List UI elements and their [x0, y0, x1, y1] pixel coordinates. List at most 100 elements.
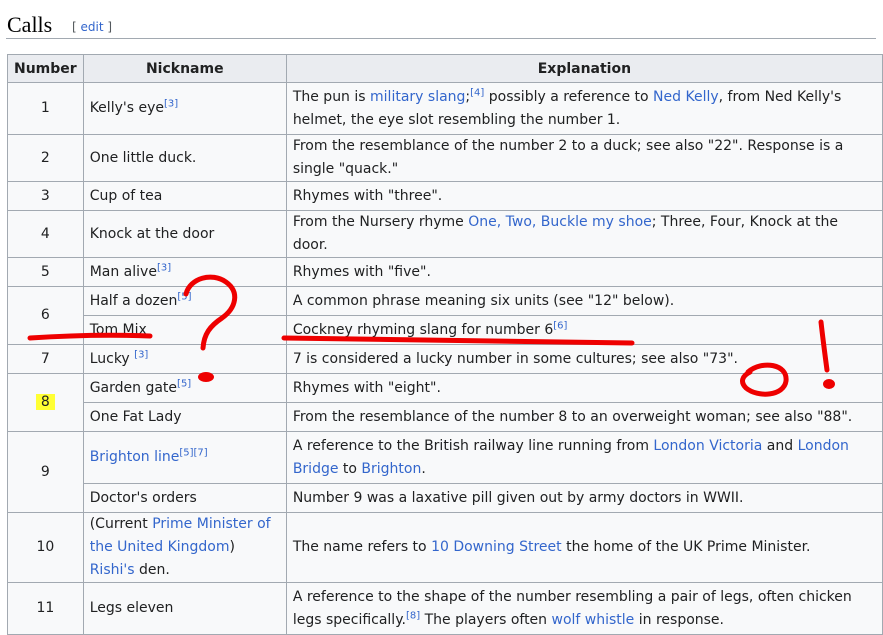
table-row: 1 Kelly's eye[3] The pun is military slang…: [7, 82, 883, 135]
explanation-cell: From the resemblance of the number 8 to …: [285, 402, 883, 432]
table-row: 3 Cup of tea Rhymes with "three".: [7, 181, 883, 211]
nickname-cell: Brighton line[5][7]: [82, 431, 287, 484]
number-value: 5: [40, 263, 50, 280]
cell-text: One little duck.: [89, 149, 197, 166]
number-cell: 3: [7, 181, 84, 211]
explanation-cell: Rhymes with "three".: [285, 181, 883, 211]
nickname-cell: Knock at the door: [82, 210, 287, 258]
cell-text: A common phrase meaning six units (see "…: [292, 292, 675, 309]
nickname-cell: Tom Mix: [82, 315, 287, 345]
number-value: 9: [40, 463, 50, 480]
cell-text: The name refers to: [292, 539, 432, 555]
number-cell: 7: [7, 344, 84, 374]
explanation-cell: The name refers to 10 Downing Street the…: [285, 512, 883, 583]
table-row: 6 Half a dozen[5] A common phrase meaning …: [7, 286, 883, 345]
number-cell: 5: [7, 257, 84, 287]
header-number: Number: [7, 54, 84, 83]
nickname-cell: Garden gate[5]: [82, 373, 287, 403]
nickname-cell: Half a dozen[5]: [82, 286, 287, 316]
explanation-cell: From the resemblance of the number 2 to …: [285, 134, 883, 182]
number-value: 1: [40, 100, 50, 116]
wiki-link[interactable]: military slang: [370, 89, 465, 105]
nickname-cell: One Fat Lady: [82, 402, 287, 432]
nickname-cell: Lucky [3]: [82, 344, 287, 374]
table-header-row: Number Nickname Explanation: [7, 54, 883, 83]
table-row: One Fat Lady From the resemblance of the …: [8, 402, 883, 432]
wiki-link[interactable]: London Victoria: [653, 438, 762, 454]
cell-text: Tom Mix: [89, 321, 147, 338]
cell-text: ): [229, 539, 235, 555]
cell-text: From the Nursery rhyme: [292, 214, 469, 230]
table-row: 2 One little duck. From the resemblance of…: [7, 134, 883, 182]
cell-text: One Fat Lady: [89, 408, 182, 425]
number-cell: 6: [7, 286, 84, 345]
table-row: 4 Knock at the door From the Nursery rhyme…: [7, 210, 883, 258]
number-value: 3: [40, 187, 50, 204]
wiki-link[interactable]: wolf whistle: [552, 612, 635, 628]
citation-ref[interactable]: [3]: [164, 98, 178, 109]
cell-text: den.: [134, 562, 170, 578]
citation-ref[interactable]: [4]: [470, 87, 484, 98]
cell-text: .: [421, 460, 426, 477]
citation-ref[interactable]: [3]: [157, 262, 171, 273]
citation-ref[interactable]: [7]: [194, 447, 208, 458]
cell-text: From the resemblance of the number 8 to …: [292, 408, 853, 425]
number-cell: 1: [7, 82, 84, 135]
citation-ref[interactable]: [6]: [553, 320, 567, 331]
cell-text: in response.: [634, 611, 724, 628]
explanation-cell: Cockney rhyming slang for number 6[6]: [285, 315, 883, 345]
cell-text: Legs eleven: [89, 600, 174, 616]
explanation-cell: Rhymes with "eight".: [285, 373, 883, 403]
wiki-link[interactable]: Ned Kelly: [653, 89, 719, 105]
cell-text: 7 is considered a lucky number in some c…: [292, 350, 738, 367]
calls-table: Number Nickname Explanation 1 Kelly's eye…: [7, 54, 883, 635]
citation-ref[interactable]: [5]: [179, 447, 193, 458]
cell-text: Lucky: [89, 350, 135, 367]
edit-link[interactable]: edit: [81, 20, 104, 34]
section-heading: Calls [ edit ]: [6, 8, 876, 39]
number-cell: 4: [7, 210, 84, 258]
number-value: 8: [35, 394, 55, 410]
table-row: Doctor's orders Number 9 was a laxative p…: [8, 483, 883, 513]
table-row: Tom Mix Cockney rhyming slang for number …: [8, 315, 883, 345]
citation-ref[interactable]: [5]: [177, 291, 191, 302]
cell-text: Rhymes with "three".: [292, 187, 443, 204]
number-cell: 8: [7, 373, 84, 432]
cell-text: Man alive: [89, 263, 157, 280]
section-title: Calls: [7, 12, 53, 37]
citation-ref[interactable]: [8]: [406, 610, 420, 621]
cell-text: Half a dozen: [89, 292, 178, 309]
wiki-link[interactable]: Brighton: [361, 461, 421, 477]
wiki-link[interactable]: Rishi's: [90, 562, 135, 578]
explanation-cell: From the Nursery rhyme One, Two, Buckle …: [285, 210, 883, 258]
nickname-cell: Legs eleven: [82, 582, 287, 635]
nickname-cell: Doctor's orders: [82, 483, 287, 513]
nickname-cell: (Current Prime Minister of the United Ki…: [82, 512, 287, 583]
cell-text: Cup of tea: [89, 187, 163, 204]
table-row: 8 Garden gate[5] Rhymes with "eight".: [7, 373, 883, 432]
explanation-cell: A reference to the British railway line …: [285, 431, 883, 484]
wiki-link[interactable]: Brighton line: [90, 449, 180, 465]
header-nickname: Nickname: [82, 54, 287, 83]
number-value: 11: [36, 600, 55, 616]
table-row: 10 (Current Prime Minister of the United …: [7, 512, 883, 583]
wiki-link[interactable]: 10 Downing Street: [431, 539, 562, 555]
cell-text: Garden gate: [89, 379, 178, 396]
number-cell: 11: [7, 582, 84, 635]
edit-section: [ edit ]: [72, 20, 113, 34]
wiki-link[interactable]: One, Two, Buckle my shoe: [468, 214, 652, 230]
number-value: 6: [40, 307, 50, 323]
cell-text: Rhymes with "five".: [292, 263, 431, 280]
table-row: 9 Brighton line[5][7] A reference to the B…: [7, 431, 883, 513]
nickname-cell: Cup of tea: [82, 181, 287, 211]
table-row: 7 Lucky [3] 7 is considered a lucky number…: [7, 344, 883, 374]
header-explanation: Explanation: [285, 54, 883, 83]
explanation-cell: Rhymes with "five".: [285, 257, 883, 287]
explanation-cell: The pun is military slang;[4] possibly a…: [285, 82, 883, 135]
number-value: 2: [40, 149, 50, 166]
cell-text: possibly a reference to: [484, 88, 654, 105]
cell-text: The pun is: [292, 88, 371, 105]
number-cell: 10: [7, 512, 84, 583]
citation-ref[interactable]: [3]: [134, 349, 148, 360]
citation-ref[interactable]: [5]: [177, 378, 191, 389]
